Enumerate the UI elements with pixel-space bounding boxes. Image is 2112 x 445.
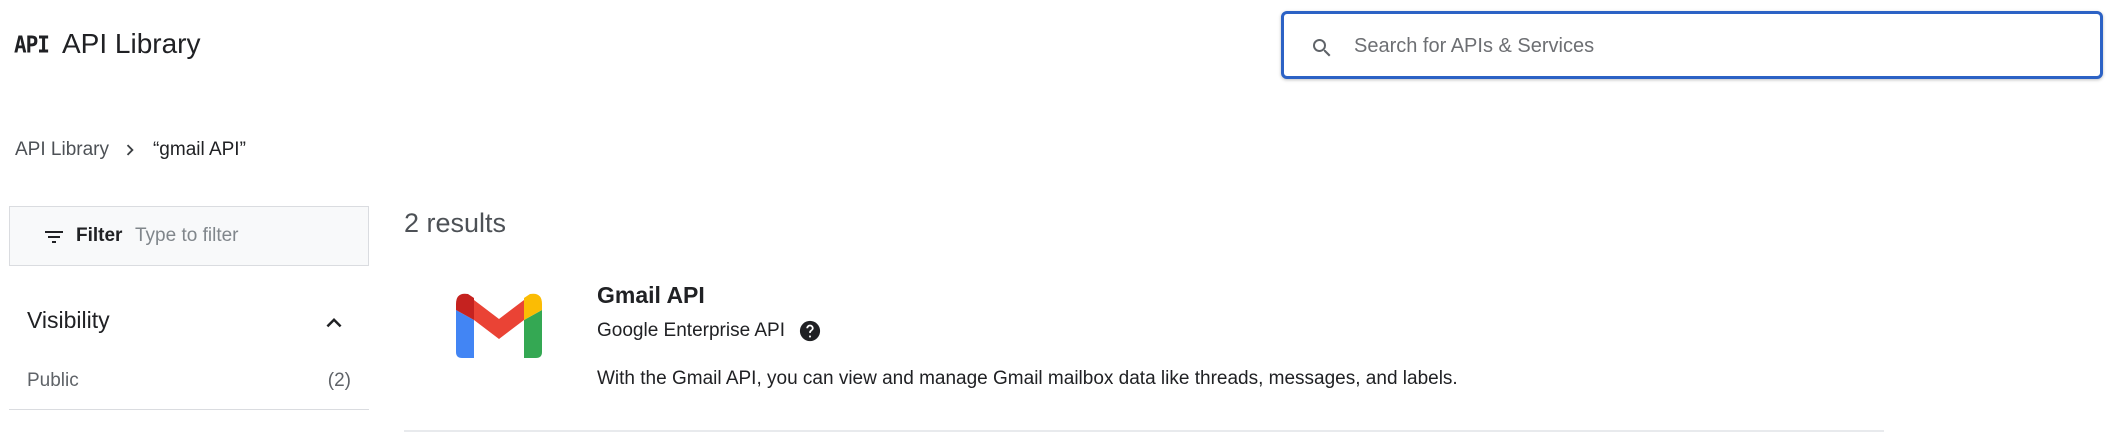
help-icon[interactable] — [799, 320, 821, 342]
filter-input[interactable] — [135, 222, 355, 250]
breadcrumb-current: “gmail API” — [152, 139, 246, 160]
chevron-up-icon[interactable] — [319, 308, 349, 338]
search-box[interactable] — [1281, 11, 2103, 79]
api-library-page: API API Library API Library “gmail API” … — [0, 0, 2112, 445]
results-count: 2 results — [404, 208, 507, 238]
filter-bar: Filter — [9, 206, 369, 266]
api-logo-icon: API — [14, 31, 50, 59]
filter-list-icon — [45, 231, 63, 243]
result-title[interactable]: Gmail API — [597, 282, 705, 309]
provider-label: Google Enterprise API — [597, 320, 785, 341]
result-provider: Google Enterprise API — [597, 320, 821, 342]
result-card-gmail-api[interactable]: Gmail API Google Enterprise API With the… — [404, 270, 1884, 432]
gmail-logo — [456, 293, 542, 358]
visibility-option-public[interactable]: Public (2) — [9, 364, 369, 410]
visibility-section-title[interactable]: Visibility — [27, 307, 110, 334]
search-icon — [1313, 39, 1331, 57]
breadcrumb-api-library-link[interactable]: API Library — [15, 139, 109, 161]
filter-label: Filter — [76, 225, 123, 246]
search-input[interactable] — [1354, 30, 2074, 62]
app-header: API API Library — [0, 0, 2112, 90]
app-title: API Library — [62, 28, 201, 59]
chevron-right-icon — [126, 144, 134, 156]
facet-label: Public — [27, 370, 79, 391]
breadcrumb: API Library “gmail API” — [15, 139, 246, 161]
facet-count: (2) — [327, 370, 351, 391]
result-description: With the Gmail API, you can view and man… — [597, 368, 1458, 389]
